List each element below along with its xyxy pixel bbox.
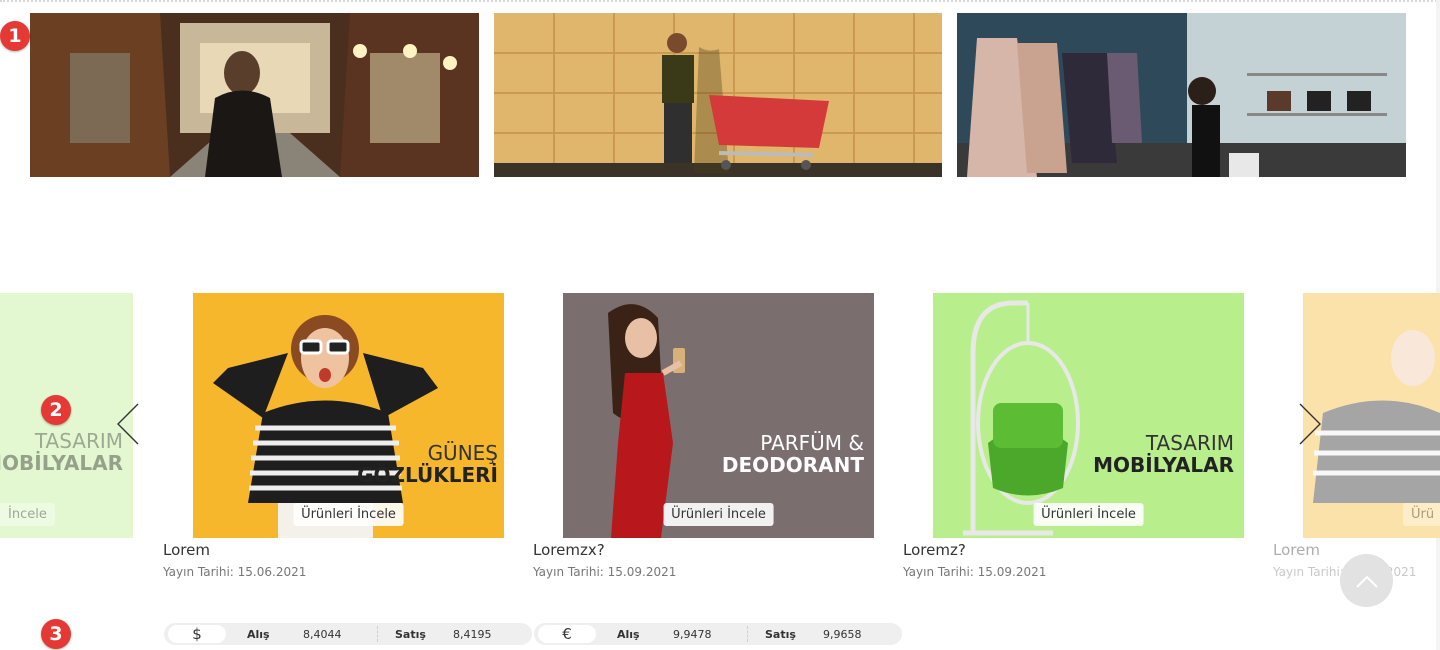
post-date: Yayın Tarihi: 15.09.2021 xyxy=(533,565,677,579)
currency-rate-usd: $ Alış 8,4044 Satış 8,4195 xyxy=(164,623,532,645)
sell-value: 8,4195 xyxy=(453,628,492,641)
banner-clothing-store[interactable] xyxy=(957,13,1406,177)
scroll-to-top-button[interactable] xyxy=(1340,554,1393,607)
slide-caption: GÜNEŞ GÖZLÜKLERİ xyxy=(357,441,498,487)
carousel-slide-furniture[interactable]: TASARIM MOBİLYALAR Ürünleri İncele xyxy=(933,293,1244,538)
slide-caption: PARFÜM & DEODORANT xyxy=(721,431,864,477)
sell-label: Satış xyxy=(395,628,426,641)
sunglasses-photo-partial xyxy=(1303,293,1440,538)
page: TASARIM MOBİLYALAR İncele GÜNEŞ GÖZLÜKLE… xyxy=(0,0,1440,650)
carousel-slide-perfume[interactable]: PARFÜM & DEODORANT Ürünleri İncele xyxy=(563,293,874,538)
annotation-marker: 2 xyxy=(41,395,71,425)
post-title[interactable]: Loremzx? xyxy=(533,541,605,559)
buy-label: Alış xyxy=(617,628,640,641)
slide-caption: TASARIM MOBİLYALAR xyxy=(0,429,123,475)
inspect-products-button[interactable]: Ürünleri İncele xyxy=(293,503,404,526)
buy-value: 8,4044 xyxy=(303,628,342,641)
inspect-products-button[interactable]: Ürü xyxy=(1403,503,1440,526)
perfume-photo xyxy=(563,293,874,538)
sunglasses-photo xyxy=(193,293,504,538)
post-title[interactable]: Lorem xyxy=(1273,541,1320,559)
post-title[interactable]: Loremz? xyxy=(903,541,966,559)
divider xyxy=(747,626,748,642)
arcade-photo xyxy=(30,13,479,177)
carousel-prev-arrow-icon[interactable] xyxy=(116,403,140,445)
buy-label: Alış xyxy=(247,628,270,641)
carousel-slide-partial-right[interactable]: Ürü xyxy=(1303,293,1440,538)
inspect-products-button[interactable]: Ürünleri İncele xyxy=(1033,503,1144,526)
banner-arcade[interactable] xyxy=(30,13,479,177)
inspect-products-button[interactable]: İncele xyxy=(0,503,55,526)
currency-rate-eur: € Alış 9,9478 Satış 9,9658 xyxy=(534,623,902,645)
post-title[interactable]: Lorem xyxy=(163,541,210,559)
carousel-next-arrow-icon[interactable] xyxy=(1298,403,1322,445)
shopping-cart-photo xyxy=(494,13,942,177)
chevron-up-icon xyxy=(1355,575,1378,588)
slide-caption: TASARIM MOBİLYALAR xyxy=(1093,431,1234,477)
clothing-store-photo xyxy=(957,13,1406,177)
euro-icon: € xyxy=(538,625,596,643)
divider xyxy=(377,626,378,642)
post-date: Yayın Tarihi: 15.09.2021 xyxy=(903,565,1047,579)
dollar-icon: $ xyxy=(168,625,226,643)
top-divider xyxy=(0,0,1440,3)
sell-value: 9,9658 xyxy=(823,628,862,641)
carousel-slide-sunglasses[interactable]: GÜNEŞ GÖZLÜKLERİ Ürünleri İncele xyxy=(193,293,504,538)
furniture-photo xyxy=(933,293,1244,538)
post-date: Yayın Tarihi: 15.06.2021 xyxy=(163,565,307,579)
annotation-marker: 1 xyxy=(0,21,30,51)
inspect-products-button[interactable]: Ürünleri İncele xyxy=(663,503,774,526)
sell-label: Satış xyxy=(765,628,796,641)
buy-value: 9,9478 xyxy=(673,628,712,641)
banner-shopping-cart[interactable] xyxy=(494,13,942,177)
annotation-marker: 3 xyxy=(41,619,71,649)
